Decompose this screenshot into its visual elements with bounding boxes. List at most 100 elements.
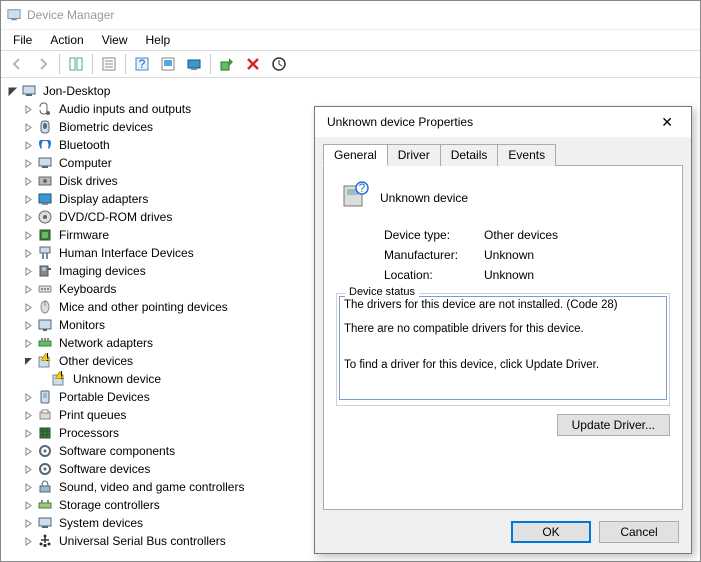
- category-icon: [37, 119, 53, 135]
- tab-events[interactable]: Events: [497, 144, 556, 166]
- tree-label: Disk drives: [57, 174, 120, 188]
- uninstall-device-button[interactable]: [241, 53, 265, 75]
- back-button: [5, 53, 29, 75]
- expand-icon[interactable]: [21, 120, 35, 134]
- menu-file[interactable]: File: [5, 31, 40, 49]
- tree-label: Display adapters: [57, 192, 150, 206]
- tree-label: Print queues: [57, 408, 128, 422]
- expand-icon[interactable]: [21, 210, 35, 224]
- expand-icon[interactable]: [21, 192, 35, 206]
- expand-icon[interactable]: [21, 390, 35, 404]
- collapse-icon[interactable]: [5, 84, 19, 98]
- svg-text:?: ?: [139, 57, 146, 71]
- tree-label: Network adapters: [57, 336, 155, 350]
- tree-label: Human Interface Devices: [57, 246, 196, 260]
- category-icon: [37, 245, 53, 261]
- menubar: File Action View Help: [1, 29, 700, 50]
- category-icon: [37, 407, 53, 423]
- properties-dialog: Unknown device Properties ✕ General Driv…: [314, 106, 692, 554]
- collapse-icon[interactable]: [21, 354, 35, 368]
- expand-icon[interactable]: [21, 444, 35, 458]
- menu-action[interactable]: Action: [42, 31, 91, 49]
- tree-root[interactable]: Jon-Desktop: [3, 82, 698, 100]
- status-legend: Device status: [345, 286, 419, 298]
- tab-details[interactable]: Details: [440, 144, 499, 166]
- expand-icon[interactable]: [21, 156, 35, 170]
- category-icon: [37, 137, 53, 153]
- tree-label: Software devices: [57, 462, 152, 476]
- expand-icon[interactable]: [21, 318, 35, 332]
- svg-text:!: !: [60, 371, 63, 382]
- menu-help[interactable]: Help: [138, 31, 179, 49]
- category-icon: [37, 173, 53, 189]
- expand-icon[interactable]: [21, 138, 35, 152]
- tree-label: Unknown device: [71, 372, 163, 386]
- expand-icon[interactable]: [21, 516, 35, 530]
- expand-icon[interactable]: [21, 534, 35, 548]
- show-hide-tree-button[interactable]: [64, 53, 88, 75]
- category-icon: [37, 209, 53, 225]
- expand-icon[interactable]: [21, 426, 35, 440]
- expand-icon[interactable]: [21, 228, 35, 242]
- prop-type-value: Other devices: [484, 228, 558, 242]
- properties-button[interactable]: [97, 53, 121, 75]
- cancel-button[interactable]: Cancel: [599, 521, 679, 543]
- computer-icon: [21, 83, 37, 99]
- tree-label: Imaging devices: [57, 264, 148, 278]
- expand-icon[interactable]: [21, 282, 35, 296]
- prop-loc-label: Location:: [384, 268, 484, 282]
- category-icon: !: [37, 353, 53, 369]
- enable-device-button[interactable]: [215, 53, 239, 75]
- toolbar: ?: [1, 50, 700, 78]
- prop-loc-value: Unknown: [484, 268, 534, 282]
- expand-icon[interactable]: [21, 246, 35, 260]
- tab-general[interactable]: General: [323, 144, 388, 166]
- prop-type-label: Device type:: [384, 228, 484, 242]
- tree-label: Processors: [57, 426, 121, 440]
- tab-driver[interactable]: Driver: [387, 144, 441, 166]
- category-icon: [37, 425, 53, 441]
- category-icon: [37, 515, 53, 531]
- tree-label: Jon-Desktop: [41, 84, 112, 98]
- scan-hardware-button[interactable]: [156, 53, 180, 75]
- ok-button[interactable]: OK: [511, 521, 591, 543]
- device-status-text[interactable]: [339, 296, 667, 400]
- expand-icon[interactable]: [21, 462, 35, 476]
- prop-mfr-label: Manufacturer:: [384, 248, 484, 262]
- expand-icon[interactable]: [21, 336, 35, 350]
- update-driver-button[interactable]: [182, 53, 206, 75]
- category-icon: [37, 497, 53, 513]
- category-icon: [37, 101, 53, 117]
- device-name: Unknown device: [380, 191, 468, 205]
- scan-changes-button[interactable]: [267, 53, 291, 75]
- category-icon: [37, 263, 53, 279]
- window-title: Device Manager: [27, 8, 114, 22]
- expand-icon[interactable]: [21, 300, 35, 314]
- device-icon: ?: [338, 180, 370, 215]
- expand-icon[interactable]: [21, 480, 35, 494]
- expand-icon[interactable]: [21, 102, 35, 116]
- expand-icon[interactable]: [21, 408, 35, 422]
- dialog-titlebar: Unknown device Properties ✕: [315, 107, 691, 137]
- tree-label: Storage controllers: [57, 498, 162, 512]
- expand-icon[interactable]: [21, 174, 35, 188]
- app-icon: [7, 8, 21, 22]
- tree-label: Biometric devices: [57, 120, 155, 134]
- tree-label: DVD/CD-ROM drives: [57, 210, 174, 224]
- expand-icon[interactable]: [21, 264, 35, 278]
- tab-panel-general: ? Unknown device Device type:Other devic…: [323, 166, 683, 510]
- tree-label: Universal Serial Bus controllers: [57, 534, 228, 548]
- category-icon: [37, 227, 53, 243]
- svg-text:?: ?: [359, 181, 366, 195]
- device-manager-window: Device Manager File Action View Help ? J…: [0, 0, 701, 562]
- category-icon: [37, 317, 53, 333]
- menu-view[interactable]: View: [94, 31, 136, 49]
- update-driver-dialog-button[interactable]: Update Driver...: [557, 414, 670, 436]
- svg-text:!: !: [46, 353, 49, 364]
- expand-icon[interactable]: [21, 498, 35, 512]
- device-warning-icon: !: [51, 371, 67, 387]
- help-button[interactable]: ?: [130, 53, 154, 75]
- category-icon: [37, 299, 53, 315]
- category-icon: [37, 335, 53, 351]
- close-icon[interactable]: ✕: [651, 110, 683, 135]
